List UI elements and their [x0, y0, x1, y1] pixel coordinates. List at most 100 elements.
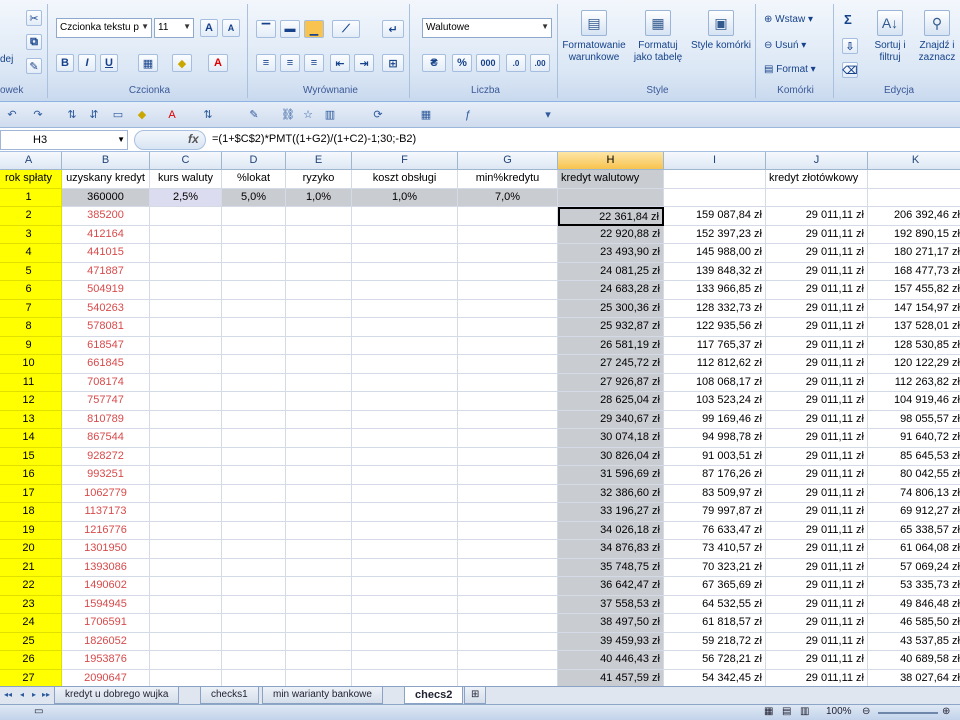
table-cell[interactable]: [150, 669, 222, 686]
table-cell[interactable]: [286, 373, 352, 392]
table-cell[interactable]: 22: [0, 577, 62, 596]
align-middle-icon[interactable]: ▬: [280, 20, 300, 38]
zoom-slider[interactable]: [878, 712, 938, 714]
table-cell[interactable]: 18: [0, 503, 62, 522]
table-cell[interactable]: [458, 632, 558, 651]
table-cell[interactable]: 867544: [62, 429, 150, 448]
table-cell[interactable]: 65 338,57 zł: [868, 522, 960, 540]
table-cell[interactable]: [286, 614, 352, 633]
table-cell[interactable]: 43 537,85 zł: [868, 633, 960, 651]
table-cell[interactable]: [458, 318, 558, 337]
table-cell[interactable]: [222, 503, 286, 522]
table-cell[interactable]: [150, 299, 222, 318]
font-size-combo[interactable]: 11 ▼: [154, 18, 194, 38]
zoom-level[interactable]: 100%: [826, 706, 852, 717]
borders-icon[interactable]: ▦: [138, 54, 158, 72]
table-cell[interactable]: [222, 466, 286, 485]
table-cell[interactable]: 29 011,11 zł: [766, 595, 868, 614]
table-cell[interactable]: [352, 244, 458, 263]
table-cell[interactable]: 64 532,55 zł: [664, 595, 766, 614]
insert-function-button[interactable]: fx: [188, 132, 199, 146]
table-cell[interactable]: 40 446,43 zł: [558, 651, 664, 670]
zoom-out-icon[interactable]: ⊖: [862, 706, 870, 717]
table-cell[interactable]: [222, 262, 286, 281]
table-cell[interactable]: [352, 318, 458, 337]
table-cell[interactable]: [286, 355, 352, 374]
table-cell[interactable]: [458, 540, 558, 559]
table-cell[interactable]: 206 392,46 zł: [868, 207, 960, 226]
table-cell[interactable]: [222, 429, 286, 448]
table-cell[interactable]: 29 011,11 zł: [766, 614, 868, 633]
header-cell-b[interactable]: uzyskany kredyt: [62, 170, 150, 189]
conditional-format-button[interactable]: ▤ Formatowanie warunkowe: [562, 10, 626, 64]
table-cell[interactable]: [150, 355, 222, 374]
wrap-text-icon[interactable]: ↵: [382, 20, 404, 38]
table-cell[interactable]: 15: [0, 447, 62, 466]
column-header-h[interactable]: H: [558, 152, 664, 170]
table-cell[interactable]: 26: [0, 651, 62, 670]
merge-cells-icon[interactable]: ⊞: [382, 54, 404, 72]
column-header-a[interactable]: A: [0, 152, 62, 170]
align-top-icon[interactable]: ▔: [256, 20, 276, 38]
table-cell[interactable]: 91 640,72 zł: [868, 429, 960, 448]
header-cell-f[interactable]: koszt obsługi: [352, 170, 458, 189]
table-cell[interactable]: 30 074,18 zł: [558, 429, 664, 448]
shrink-font-button[interactable]: A: [222, 19, 240, 37]
table-cell[interactable]: [352, 558, 458, 577]
grow-font-button[interactable]: A: [200, 19, 218, 37]
table-cell[interactable]: [286, 651, 352, 670]
table-cell[interactable]: [222, 651, 286, 670]
table-cell[interactable]: [352, 651, 458, 670]
table-cell[interactable]: 94 998,78 zł: [664, 429, 766, 448]
table-cell[interactable]: 80 042,55 zł: [868, 466, 960, 485]
clear-icon[interactable]: ⌫: [842, 62, 858, 78]
table-cell[interactable]: [222, 318, 286, 337]
param-cell-j[interactable]: [766, 188, 868, 207]
format-painter-icon[interactable]: ✎: [26, 58, 42, 74]
sheet-tab-3[interactable]: min warianty bankowe: [262, 687, 383, 704]
table-cell[interactable]: 29 011,11 zł: [766, 410, 868, 429]
table-cell[interactable]: [222, 299, 286, 318]
name-box[interactable]: H3 ▼: [0, 130, 128, 150]
undo-icon[interactable]: ↶: [4, 107, 20, 123]
table-cell[interactable]: [150, 244, 222, 263]
table-cell[interactable]: [286, 281, 352, 300]
orientation-icon[interactable]: ⟋: [332, 20, 360, 38]
table-cell[interactable]: [352, 466, 458, 485]
table-cell[interactable]: [150, 225, 222, 244]
param-cell-k[interactable]: [868, 189, 960, 207]
paste-label[interactable]: dej: [0, 54, 13, 65]
table-cell[interactable]: 29 011,11 zł: [766, 281, 868, 300]
print-preview-icon[interactable]: ▭: [110, 107, 126, 123]
table-cell[interactable]: 83 509,97 zł: [664, 484, 766, 503]
column-header-d[interactable]: D: [222, 152, 286, 170]
page-break-icon[interactable]: ▥: [800, 706, 809, 717]
table-cell[interactable]: 74 806,13 zł: [868, 485, 960, 503]
table-cell[interactable]: 7: [0, 299, 62, 318]
table-cell[interactable]: [286, 299, 352, 318]
table-cell[interactable]: 99 169,46 zł: [664, 410, 766, 429]
cell-styles-button[interactable]: ▣ Style komórki: [690, 10, 752, 52]
fill-icon[interactable]: ⇩: [842, 38, 858, 54]
refresh-icon[interactable]: ⟳: [370, 107, 386, 123]
table-cell[interactable]: [222, 540, 286, 559]
table-cell[interactable]: 128 332,73 zł: [664, 299, 766, 318]
pen-icon[interactable]: ✎: [246, 107, 262, 123]
increase-indent-icon[interactable]: ⇥: [354, 54, 374, 72]
table-cell[interactable]: 76 633,47 zł: [664, 521, 766, 540]
table-cell[interactable]: 29 011,11 zł: [766, 503, 868, 522]
align-center-icon[interactable]: ≡: [280, 54, 300, 72]
sort-filter-button[interactable]: A↓ Sortuj i filtruj: [868, 10, 912, 64]
column-header-c[interactable]: C: [150, 152, 222, 170]
table-cell[interactable]: 16: [0, 466, 62, 485]
table-cell[interactable]: [286, 207, 352, 226]
table-cell[interactable]: 10: [0, 355, 62, 374]
fill-color-icon[interactable]: ◆: [134, 107, 150, 123]
table-cell[interactable]: [458, 392, 558, 411]
table-cell[interactable]: 5: [0, 262, 62, 281]
table-cell[interactable]: [150, 373, 222, 392]
table-cell[interactable]: [458, 336, 558, 355]
table-cell[interactable]: [150, 632, 222, 651]
table-cell[interactable]: [286, 410, 352, 429]
header-cell-g[interactable]: min%kredytu: [458, 170, 558, 189]
